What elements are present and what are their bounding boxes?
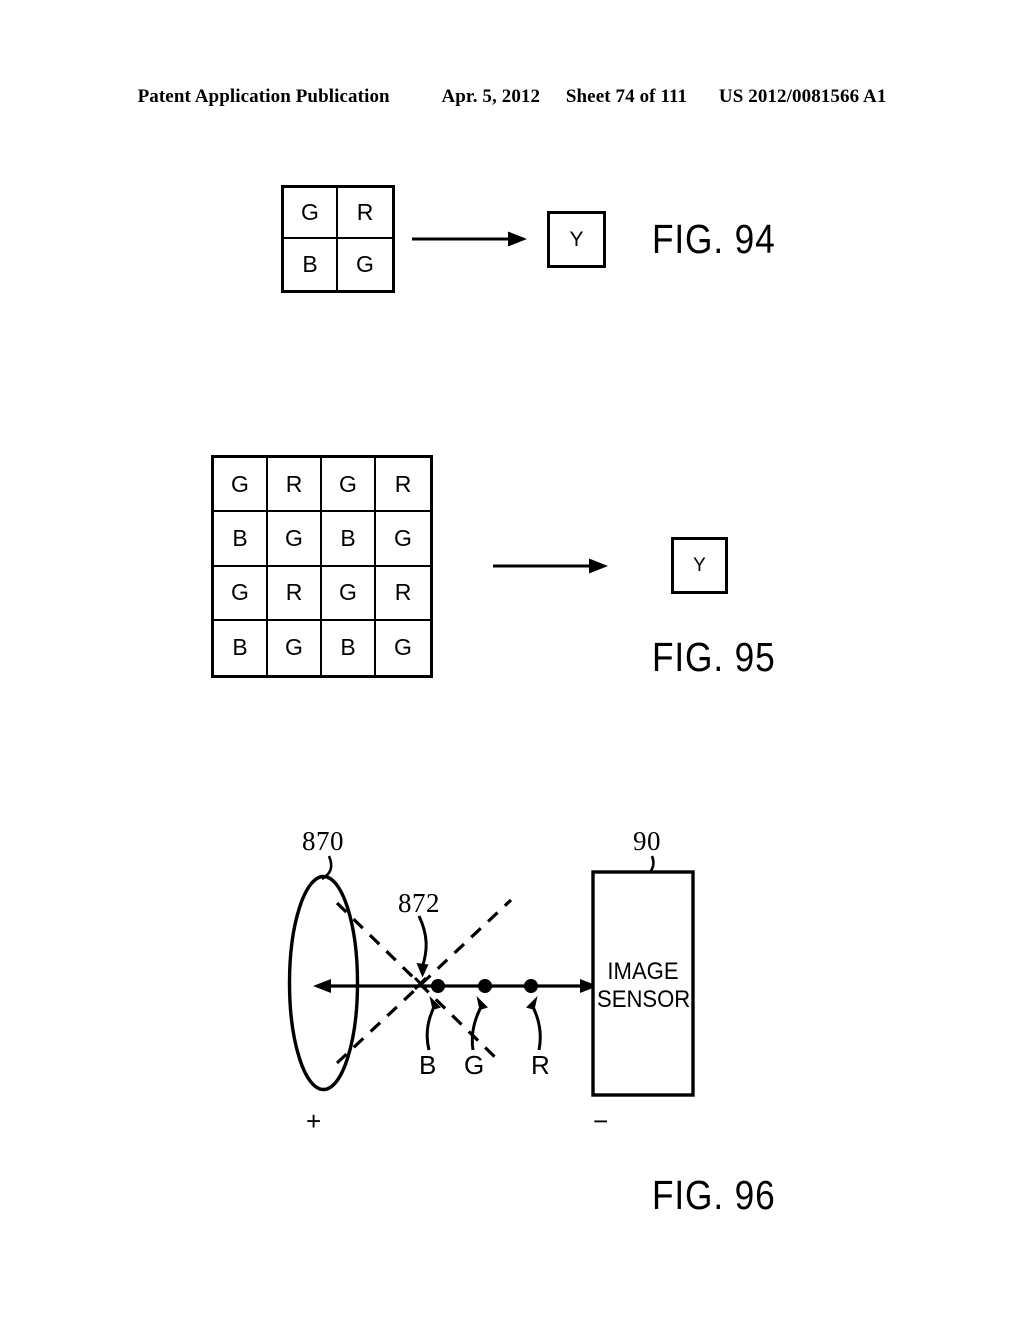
bayer-cell: G bbox=[268, 620, 322, 675]
reference-numeral-image-sensor: 90 bbox=[633, 826, 661, 856]
reference-numeral-lens: 870 bbox=[302, 826, 344, 856]
leader-line-focal-point bbox=[417, 915, 428, 969]
bayer-pattern-grid-2x2: GRBG bbox=[281, 185, 395, 293]
leader-line-image-sensor bbox=[645, 855, 655, 878]
bayer-cell: G bbox=[394, 634, 412, 661]
bayer-cell: R bbox=[268, 458, 322, 513]
header-document-number: US 2012/0081566 A1 bbox=[718, 86, 887, 107]
transform-arrow-fig95 bbox=[493, 558, 608, 574]
dashed-ray-descending bbox=[335, 901, 502, 1064]
bayer-cell: R bbox=[268, 566, 322, 621]
luma-output-box-fig94: Y bbox=[547, 211, 606, 268]
image-sensor-label-line1: IMAGE bbox=[607, 958, 679, 985]
figure-caption-94: FIG. 94 bbox=[652, 216, 776, 262]
header-sheet: Sheet 74 of 111 bbox=[565, 86, 688, 107]
figure-96-drawing bbox=[287, 855, 695, 1097]
polarity-negative-sign: − bbox=[593, 1106, 609, 1136]
luma-output-label: Y bbox=[693, 554, 706, 576]
leader-arrowhead-focal-point bbox=[416, 963, 429, 978]
reference-numeral-focal-point: 872 bbox=[398, 888, 440, 918]
bayer-cell: G bbox=[214, 458, 268, 513]
image-sensor-label-line2: SENSOR bbox=[597, 986, 691, 1014]
focal-point-marker bbox=[413, 976, 428, 991]
optical-axis-arrowhead-left bbox=[313, 979, 331, 993]
image-sensor-label: IMAGE SENSOR bbox=[597, 958, 691, 1015]
leader-arrowhead-g bbox=[476, 996, 488, 1010]
dashed-ray-ascending bbox=[335, 898, 513, 1065]
bayer-cell: G bbox=[268, 512, 322, 567]
lens-ellipse bbox=[287, 874, 360, 1092]
leader-arrowhead-b bbox=[429, 996, 441, 1010]
polarity-positive-sign: + bbox=[306, 1106, 322, 1136]
focus-point-g-dot bbox=[478, 979, 492, 993]
bayer-cell: B bbox=[284, 239, 338, 290]
figure-caption-96: FIG. 96 bbox=[652, 1172, 776, 1218]
bayer-cell: R bbox=[338, 188, 392, 239]
bayer-cell: B bbox=[322, 512, 376, 567]
bayer-cell: B bbox=[214, 512, 268, 567]
bayer-cell: R bbox=[376, 458, 430, 513]
bayer-pattern-grid-4x4: GRGRBGBGGRGRBGBG bbox=[211, 455, 433, 678]
luma-output-box-fig95: Y bbox=[671, 537, 728, 594]
optical-axis-arrowhead-right bbox=[580, 979, 598, 993]
bayer-cell: G bbox=[214, 566, 268, 621]
bayer-cell: B bbox=[322, 620, 376, 675]
leader-arrowhead-r bbox=[526, 996, 538, 1010]
leader-line-lens bbox=[321, 855, 333, 881]
bayer-cell: G bbox=[356, 251, 374, 277]
leader-line-g bbox=[470, 1002, 485, 1051]
focus-point-label-g: G bbox=[464, 1050, 485, 1080]
bayer-cell: G bbox=[376, 512, 430, 567]
focus-point-b-dot bbox=[431, 979, 445, 993]
focus-point-r-dot bbox=[524, 979, 538, 993]
bayer-cell: B bbox=[214, 620, 268, 675]
header-date: Apr. 5, 2012 bbox=[441, 86, 541, 107]
bayer-cell: G bbox=[322, 458, 376, 513]
focus-point-label-b: B bbox=[419, 1050, 437, 1080]
transform-arrow-fig94 bbox=[412, 231, 527, 247]
bayer-cell: R bbox=[376, 567, 430, 621]
bayer-cell: G bbox=[284, 188, 338, 239]
bayer-cell: G bbox=[322, 566, 376, 621]
leader-line-r bbox=[529, 1002, 542, 1051]
figure-caption-95: FIG. 95 bbox=[652, 634, 776, 680]
page-header: Patent Application Publication Apr. 5, 2… bbox=[0, 86, 1024, 108]
luma-output-label: Y bbox=[569, 227, 584, 251]
focus-point-label-r: R bbox=[531, 1050, 550, 1080]
header-publication: Patent Application Publication bbox=[137, 86, 390, 107]
leader-line-b bbox=[425, 1002, 438, 1051]
